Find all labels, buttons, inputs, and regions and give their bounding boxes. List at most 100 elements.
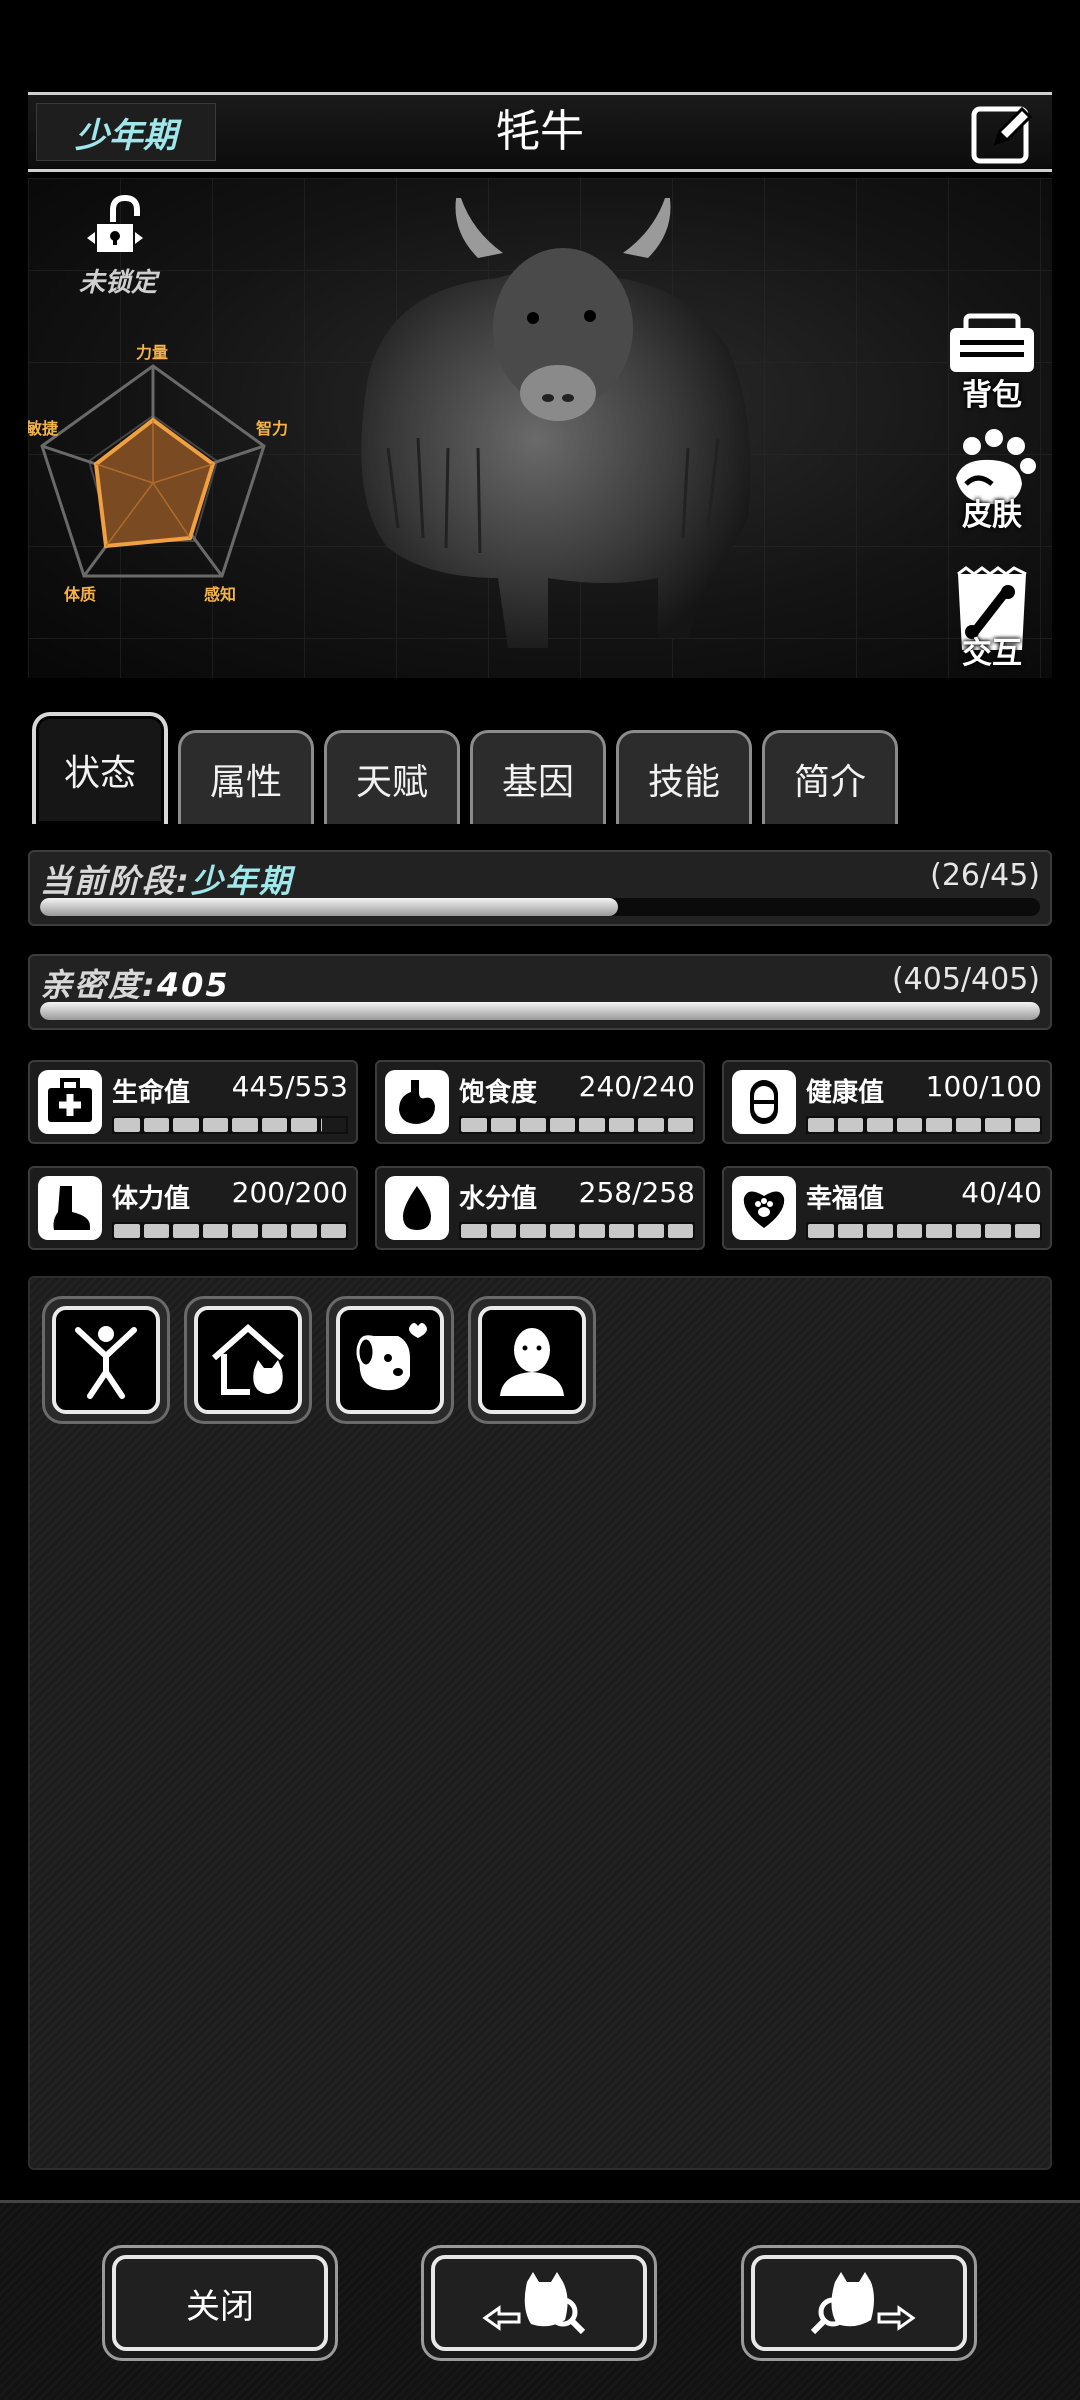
stat-segments: [112, 1116, 348, 1134]
stat-segment: [896, 1118, 922, 1132]
header-bar: 少年期 牦牛: [28, 92, 1052, 172]
stat-happiness: 幸福值 40/40: [722, 1166, 1052, 1250]
animal-showcase: 未锁定 力量 智力 感知 体质 敏捷 背包 皮肤 交互: [28, 178, 1052, 678]
stat-segment: [261, 1118, 287, 1132]
next-animal-button[interactable]: [741, 2245, 977, 2361]
dog-affection-icon: [356, 1323, 427, 1391]
stat-value: 258/258: [578, 1176, 695, 1209]
stat-segment: [143, 1224, 169, 1238]
stat-segment: [808, 1224, 834, 1238]
stat-segment: [291, 1118, 317, 1132]
growth-stage-fill: [40, 898, 618, 916]
close-button[interactable]: 关闭: [102, 2245, 338, 2361]
intimacy-track: [40, 1002, 1040, 1020]
radar-label-agility: 敏捷: [28, 419, 59, 438]
stat-segment: [549, 1118, 575, 1132]
stat-segment: [1014, 1224, 1040, 1238]
intimacy-value: 405: [156, 966, 230, 1004]
radar-label-perception: 感知: [204, 585, 236, 604]
stat-wellness: 健康值 100/100: [722, 1060, 1052, 1144]
unlock-icon: [87, 194, 143, 252]
stat-satiety: 饱食度 240/240: [375, 1060, 705, 1144]
person-icon: [500, 1328, 564, 1396]
stat-segment: [985, 1118, 1011, 1132]
growth-stage-track: [40, 898, 1040, 916]
stat-segment: [867, 1118, 893, 1132]
edit-name-icon[interactable]: [970, 99, 1038, 167]
action-panel: [28, 1276, 1052, 2170]
intimacy-label: 亲密度:405: [40, 966, 230, 1004]
previous-animal-button[interactable]: [421, 2245, 657, 2361]
intimacy-bar: 亲密度:405 (405/405): [28, 954, 1052, 1030]
tab-status[interactable]: 状态: [32, 712, 168, 824]
stat-name: 体力值: [112, 1184, 191, 1214]
stat-segment: [520, 1224, 546, 1238]
stat-segment: [638, 1224, 664, 1238]
heart-paw-icon: [732, 1176, 796, 1240]
tab-talents[interactable]: 天赋: [324, 730, 460, 824]
yak-portrait: [361, 198, 751, 648]
stat-segment: [490, 1224, 516, 1238]
close-button-label: 关闭: [112, 2255, 328, 2351]
stat-name: 健康值: [806, 1078, 885, 1108]
stat-value: 100/100: [925, 1070, 1042, 1103]
stat-segment: [896, 1224, 922, 1238]
tab-genes[interactable]: 基因: [470, 730, 606, 824]
bag-button[interactable]: 背包: [942, 308, 1042, 418]
stat-segment: [579, 1224, 605, 1238]
tab-skills[interactable]: 技能: [616, 730, 752, 824]
stat-segment: [291, 1224, 317, 1238]
stat-segment: [667, 1118, 693, 1132]
stat-stamina: 体力值 200/200: [28, 1166, 358, 1250]
lock-toggle[interactable]: 未锁定: [68, 194, 168, 299]
stat-segment: [955, 1118, 981, 1132]
status-panel: 当前阶段:少年期 (26/45) 亲密度:405 (405/405) 生命值 4…: [28, 842, 1052, 2182]
page-title: 牦牛: [496, 106, 584, 157]
previous-animal-icon: [482, 2272, 586, 2335]
stat-segment: [261, 1224, 287, 1238]
stat-segment: [173, 1118, 199, 1132]
stat-segment: [638, 1118, 664, 1132]
stat-segment: [926, 1118, 952, 1132]
home-cat-icon: [212, 1323, 284, 1395]
stretch-icon: [75, 1326, 137, 1399]
stat-segment: [232, 1118, 258, 1132]
stat-segment: [926, 1224, 952, 1238]
stat-segment: [549, 1224, 575, 1238]
footer-bar: 关闭: [0, 2200, 1080, 2400]
skin-button[interactable]: 皮肤: [942, 428, 1042, 538]
stat-segment: [490, 1118, 516, 1132]
stat-value: 200/200: [231, 1176, 348, 1209]
stat-name: 幸福值: [806, 1184, 885, 1214]
stat-value: 240/240: [578, 1070, 695, 1103]
water-drop-icon: [385, 1176, 449, 1240]
lock-label: 未锁定: [78, 268, 157, 298]
interact-label: 交互: [962, 636, 1022, 671]
stat-segments: [806, 1222, 1042, 1240]
action-home-button[interactable]: [184, 1296, 312, 1424]
stomach-icon: [385, 1070, 449, 1134]
stat-segments: [112, 1222, 348, 1240]
stat-segment: [202, 1118, 228, 1132]
tab-attributes[interactable]: 属性: [178, 730, 314, 824]
intimacy-fill: [40, 1002, 1040, 1020]
stat-segments: [806, 1116, 1042, 1134]
stat-segment: [202, 1224, 228, 1238]
bag-label: 背包: [962, 378, 1022, 413]
action-appearance-button[interactable]: [468, 1296, 596, 1424]
attribute-radar-chart: 力量 智力 感知 体质 敏捷: [28, 343, 288, 604]
stat-segment: [808, 1118, 834, 1132]
stat-segment: [320, 1224, 346, 1238]
action-stretch-button[interactable]: [42, 1296, 170, 1424]
action-affection-button[interactable]: [326, 1296, 454, 1424]
stat-segment: [985, 1224, 1011, 1238]
stat-hydration: 水分值 258/258: [375, 1166, 705, 1250]
tab-intro[interactable]: 简介: [762, 730, 898, 824]
radar-label-intelligence: 智力: [256, 419, 288, 438]
radar-label-constitution: 体质: [64, 585, 96, 604]
interact-button[interactable]: 交互: [942, 566, 1042, 676]
stat-name: 生命值: [112, 1078, 191, 1108]
stat-value: 40/40: [961, 1176, 1042, 1209]
stat-segment: [173, 1224, 199, 1238]
stat-segment: [461, 1224, 487, 1238]
